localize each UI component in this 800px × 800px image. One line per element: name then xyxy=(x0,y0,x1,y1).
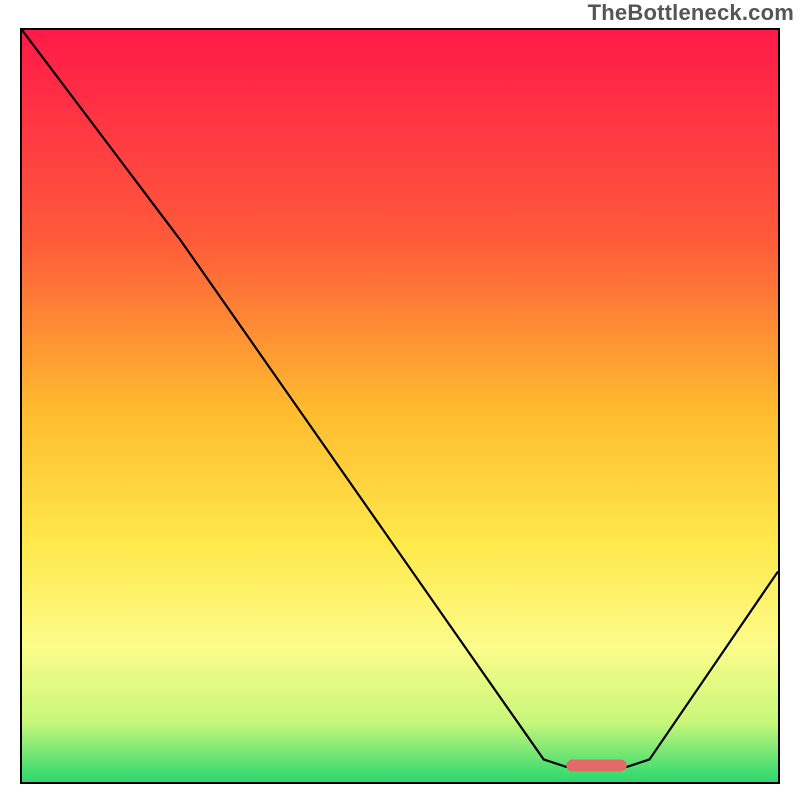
chart-svg xyxy=(22,30,778,782)
plot-area xyxy=(20,28,780,784)
optimum-marker xyxy=(566,759,626,771)
chart-background xyxy=(22,30,778,782)
watermark-text: TheBottleneck.com xyxy=(588,0,794,26)
chart-frame: TheBottleneck.com xyxy=(0,0,800,800)
